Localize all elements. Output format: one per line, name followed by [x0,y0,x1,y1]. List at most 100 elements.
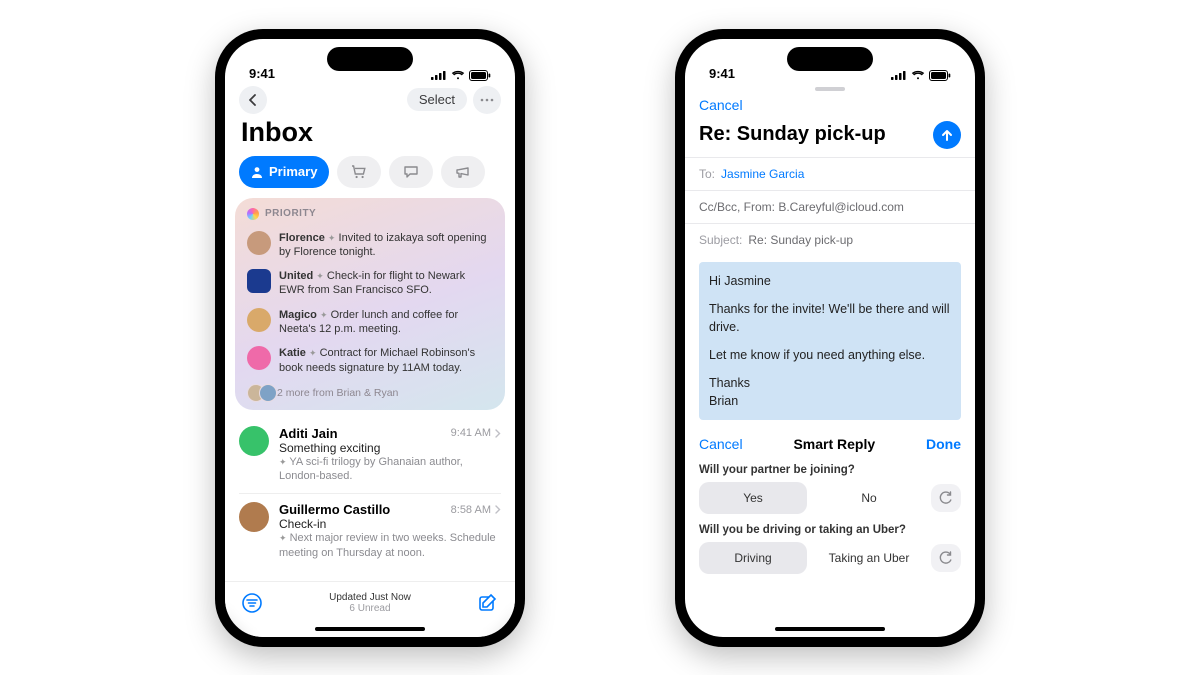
avatar [239,426,269,456]
home-indicator[interactable] [315,627,425,631]
priority-card[interactable]: PRIORITY Florence ✦ Invited to izakaya s… [235,198,505,410]
compose-button[interactable] [477,592,499,614]
message-preview: YA sci-fi trilogy by Ghanaian author, Lo… [279,456,463,482]
message-list: Aditi Jain 9:41 AM Something exciting ✦ … [225,418,515,570]
message-time: 9:41 AM [451,427,501,439]
body-line: Let me know if you need anything else. [709,346,951,364]
ccbcc-from-value: Cc/Bcc, From: B.Careyful@icloud.com [699,200,904,214]
status-icons [431,70,491,81]
megaphone-icon [455,165,471,179]
regenerate-button[interactable] [931,484,961,512]
tab-shopping[interactable] [337,156,381,188]
to-value: Jasmine Garcia [721,167,804,181]
battery-icon [469,70,491,81]
subject-value: Re: Sunday pick-up [748,233,853,247]
body-line: Thanks [709,374,951,392]
dynamic-island [787,47,873,71]
priority-sender: Magico [279,309,317,321]
ai-badge-icon: ✦ [320,310,328,320]
avatar [247,231,271,255]
tab-promotions[interactable] [441,156,485,188]
regenerate-button[interactable] [931,544,961,572]
ccbcc-from-field[interactable]: Cc/Bcc, From: B.Careyful@icloud.com [685,190,975,223]
compose-title: Re: Sunday pick-up [699,123,886,146]
message-row[interactable]: Guillermo Castillo 8:58 AM Check-in ✦ Ne… [239,494,501,570]
tab-social[interactable] [389,156,433,188]
chevron-right-icon [495,429,501,438]
message-sender: Guillermo Castillo [279,502,390,517]
dynamic-island [327,47,413,71]
smart-reply-options: Driving Taking an Uber [685,536,975,574]
body-line: Thanks for the invite! We'll be there an… [709,300,951,336]
screen-inbox: 9:41 Select Inbox Primary [225,39,515,637]
priority-more-label: 2 more from Brian & Ryan [277,387,398,399]
priority-sender: Katie [279,347,306,359]
message-preview: Next major review in two weeks. Schedule… [279,532,496,558]
tab-primary-label: Primary [269,164,317,179]
phone-right: 9:41 Cancel Re: Sunday pick-up To: Jasmi… [675,29,985,647]
footer-unread: 6 Unread [329,603,411,614]
priority-more[interactable]: 2 more from Brian & Ryan [245,380,495,402]
refresh-icon [939,491,953,505]
arrow-up-icon [940,128,954,142]
category-tabs: Primary [225,156,515,198]
message-time: 8:58 AM [451,504,501,516]
message-sender: Aditi Jain [279,426,338,441]
refresh-icon [939,551,953,565]
subject-label: Subject: [699,233,742,247]
status-icons [891,70,951,81]
to-field[interactable]: To: Jasmine Garcia [685,157,975,190]
body-line: Hi Jasmine [709,272,951,290]
option-driving[interactable]: Driving [699,542,807,574]
message-row[interactable]: Aditi Jain 9:41 AM Something exciting ✦ … [239,418,501,495]
cellular-icon [891,70,907,80]
smart-reply-question: Will you be driving or taking an Uber? [685,524,975,536]
smart-reply-header: Cancel Smart Reply Done [685,426,975,460]
chevron-left-icon [248,94,258,106]
smart-reply-done[interactable]: Done [926,436,961,452]
avatar [259,384,277,402]
body-line: Brian [709,392,951,410]
more-button[interactable] [473,86,501,114]
nav-row: Select [225,83,515,117]
home-indicator[interactable] [775,627,885,631]
priority-sender: United [279,270,313,282]
ai-badge-icon: ✦ [316,271,324,281]
smart-reply-cancel[interactable]: Cancel [699,436,743,452]
message-subject: Check-in [279,517,501,531]
send-button[interactable] [933,121,961,149]
status-time: 9:41 [709,66,735,81]
option-uber[interactable]: Taking an Uber [815,542,923,574]
subject-field[interactable]: Subject: Re: Sunday pick-up [685,223,975,256]
page-title: Inbox [225,117,515,156]
select-button[interactable]: Select [407,88,467,111]
ai-badge-icon: ✦ [279,533,287,543]
status-time: 9:41 [249,66,275,81]
priority-item[interactable]: Magico ✦ Order lunch and coffee for Neet… [245,303,495,342]
priority-sender: Florence [279,232,325,244]
footer-status: Updated Just Now [329,592,411,603]
avatar [239,502,269,532]
back-button[interactable] [239,86,267,114]
option-no[interactable]: No [815,482,923,514]
person-icon [251,166,263,178]
smart-reply-options: Yes No [685,476,975,514]
cellular-icon [431,70,447,80]
battery-icon [929,70,951,81]
option-yes[interactable]: Yes [699,482,807,514]
priority-item[interactable]: Florence ✦ Invited to izakaya soft openi… [245,226,495,265]
tab-primary[interactable]: Primary [239,156,329,188]
to-label: To: [699,167,715,181]
sparkle-icon [247,208,259,220]
message-subject: Something exciting [279,441,501,455]
ai-badge-icon: ✦ [309,348,317,358]
cart-icon [351,165,367,179]
wifi-icon [911,70,925,80]
screen-compose: 9:41 Cancel Re: Sunday pick-up To: Jasmi… [685,39,975,637]
filter-button[interactable] [241,592,263,614]
priority-item[interactable]: United ✦ Check-in for flight to Newark E… [245,264,495,303]
chevron-right-icon [495,505,501,514]
email-body[interactable]: Hi Jasmine Thanks for the invite! We'll … [699,262,961,421]
priority-item[interactable]: Katie ✦ Contract for Michael Robinson's … [245,341,495,380]
cancel-button[interactable]: Cancel [699,97,743,113]
